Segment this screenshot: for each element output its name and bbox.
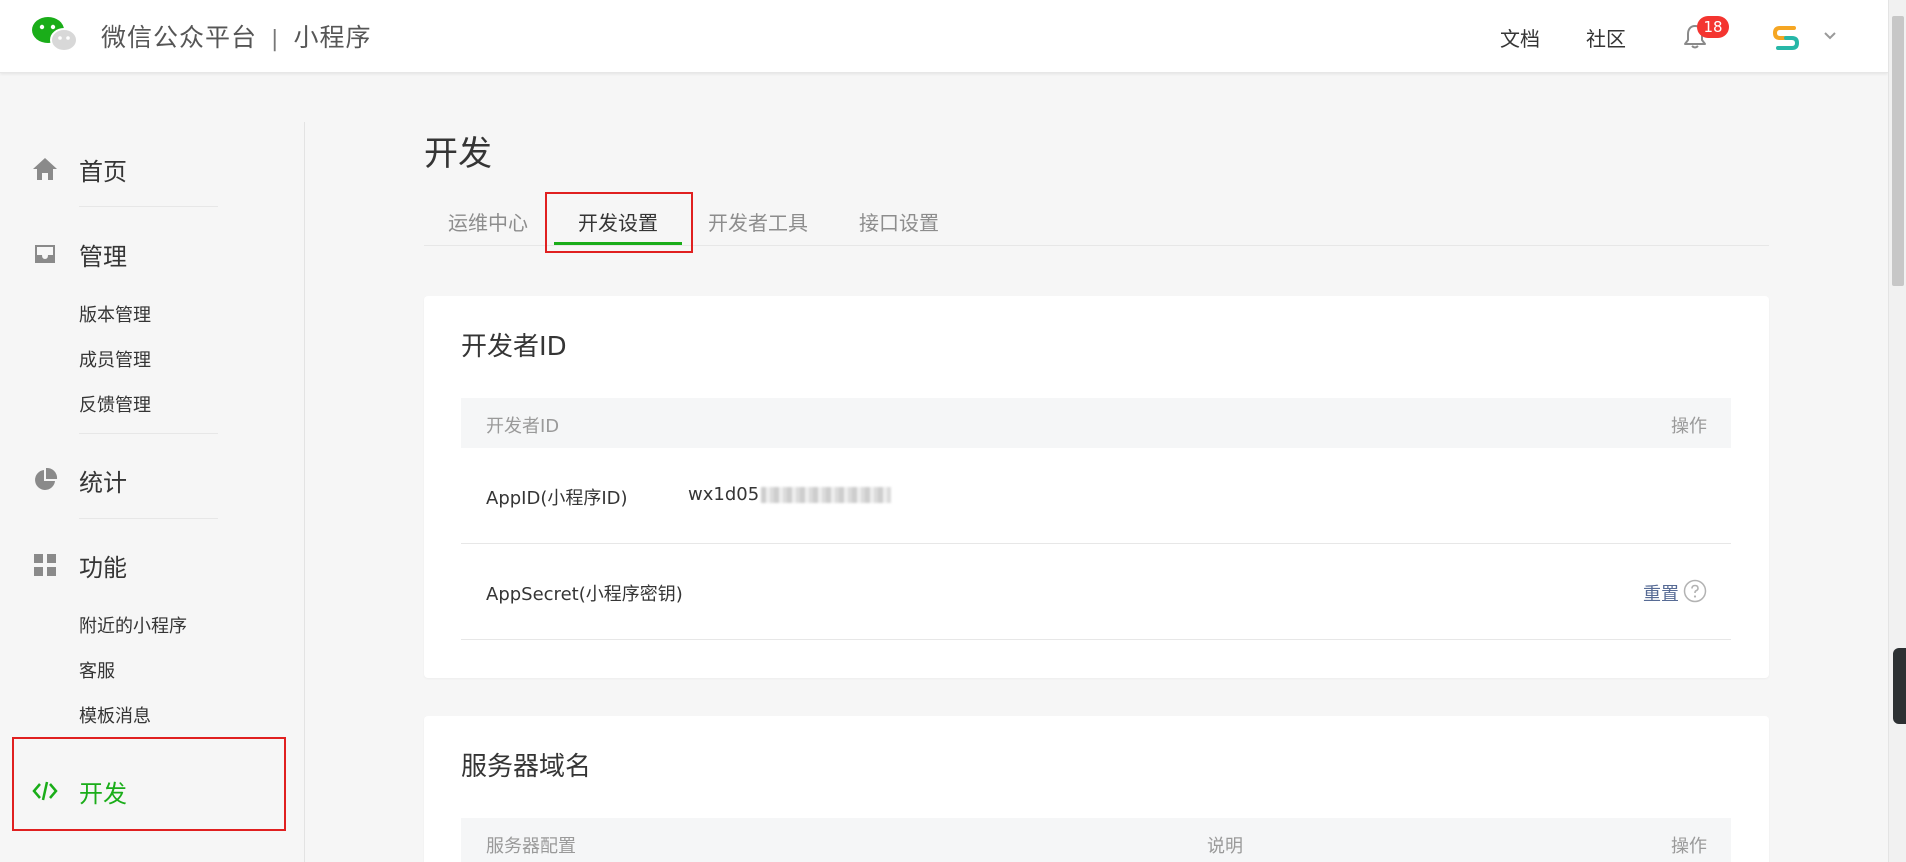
community-link[interactable]: 社区 [1586,23,1626,52]
sidebar-divider [79,206,218,207]
sidebar-item-feedback[interactable]: 反馈管理 [79,391,151,417]
sidebar-divider [79,518,218,519]
sidebar-item-stats[interactable]: 统计 [0,459,305,499]
sidebar-item-members[interactable]: 成员管理 [79,346,151,372]
scrollbar-thumb[interactable] [1892,16,1904,286]
reset-secret-link[interactable]: 重置 [1643,580,1679,606]
sidebar-item-features[interactable]: 功能 [0,544,305,584]
page-title: 开发 [424,134,492,174]
brand-name: 微信公众平台 [101,23,258,52]
brand-title: 微信公众平台 | 小程序 [101,18,371,54]
sidebar-label-features: 功能 [79,554,127,582]
sidebar-item-template-message[interactable]: 模板消息 [79,702,151,728]
sidebar-item-customer-service[interactable]: 客服 [79,657,115,683]
col-header-description: 说明 [1207,836,1243,857]
developer-id-card: 开发者ID 开发者ID 操作 AppID(小程序ID) wx1d05 AppSe… [424,296,1769,678]
tab-dev-tools[interactable]: 开发者工具 [708,207,808,236]
server-domain-table-header: 服务器配置 说明 操作 [461,818,1731,862]
sidebar-item-nearby[interactable]: 附近的小程序 [79,612,187,638]
sidebar-label-manage: 管理 [79,243,127,271]
appsecret-row: AppSecret(小程序密钥) 重置 [461,544,1731,640]
side-widget[interactable] [1893,648,1906,724]
developer-id-table-header: 开发者ID 操作 [461,398,1731,448]
col-header-server-config: 服务器配置 [486,836,576,857]
col-header-developer-id: 开发者ID [486,416,560,437]
appid-visible-part: wx1d05 [688,484,760,505]
page-scrollbar[interactable] [1888,0,1906,862]
appid-masked-part [761,487,892,503]
wechat-logo-icon[interactable] [30,14,80,54]
appid-label: AppID(小程序ID) [486,488,628,509]
sidebar-item-version[interactable]: 版本管理 [79,301,151,327]
sidebar-item-home[interactable]: 首页 [0,148,305,188]
notification-badge: 18 [1697,16,1729,38]
inbox-icon [35,245,55,263]
pie-chart-icon [35,467,58,490]
col-header-action: 操作 [1671,836,1707,857]
brand-separator: | [271,27,280,52]
highlight-box-dev-settings [545,192,693,253]
sidebar-label-home: 首页 [79,158,127,186]
developer-id-title: 开发者ID [461,332,567,362]
home-icon [33,158,57,180]
col-header-action: 操作 [1671,416,1707,437]
top-header: 微信公众平台 | 小程序 文档 社区 18 [0,0,1888,73]
tab-api-settings[interactable]: 接口设置 [859,207,939,236]
appid-row: AppID(小程序ID) wx1d05 [461,448,1731,544]
grid-icon [34,554,56,576]
tab-ops-center[interactable]: 运维中心 [448,207,528,236]
sidebar-item-manage[interactable]: 管理 [0,233,305,273]
user-avatar-icon[interactable] [1770,22,1802,54]
highlight-box-develop [12,737,286,831]
help-icon[interactable] [1683,579,1707,603]
docs-link[interactable]: 文档 [1500,23,1540,52]
server-domain-card: 服务器域名 服务器配置 说明 操作 [424,716,1769,862]
sidebar-label-stats: 统计 [79,469,127,497]
product-name: 小程序 [293,23,372,52]
chevron-down-icon[interactable] [1822,28,1838,44]
appsecret-label: AppSecret(小程序密钥) [486,584,683,605]
sidebar-divider [79,433,218,434]
server-domain-title: 服务器域名 [461,752,592,782]
appid-value[interactable]: wx1d05 [688,484,892,505]
